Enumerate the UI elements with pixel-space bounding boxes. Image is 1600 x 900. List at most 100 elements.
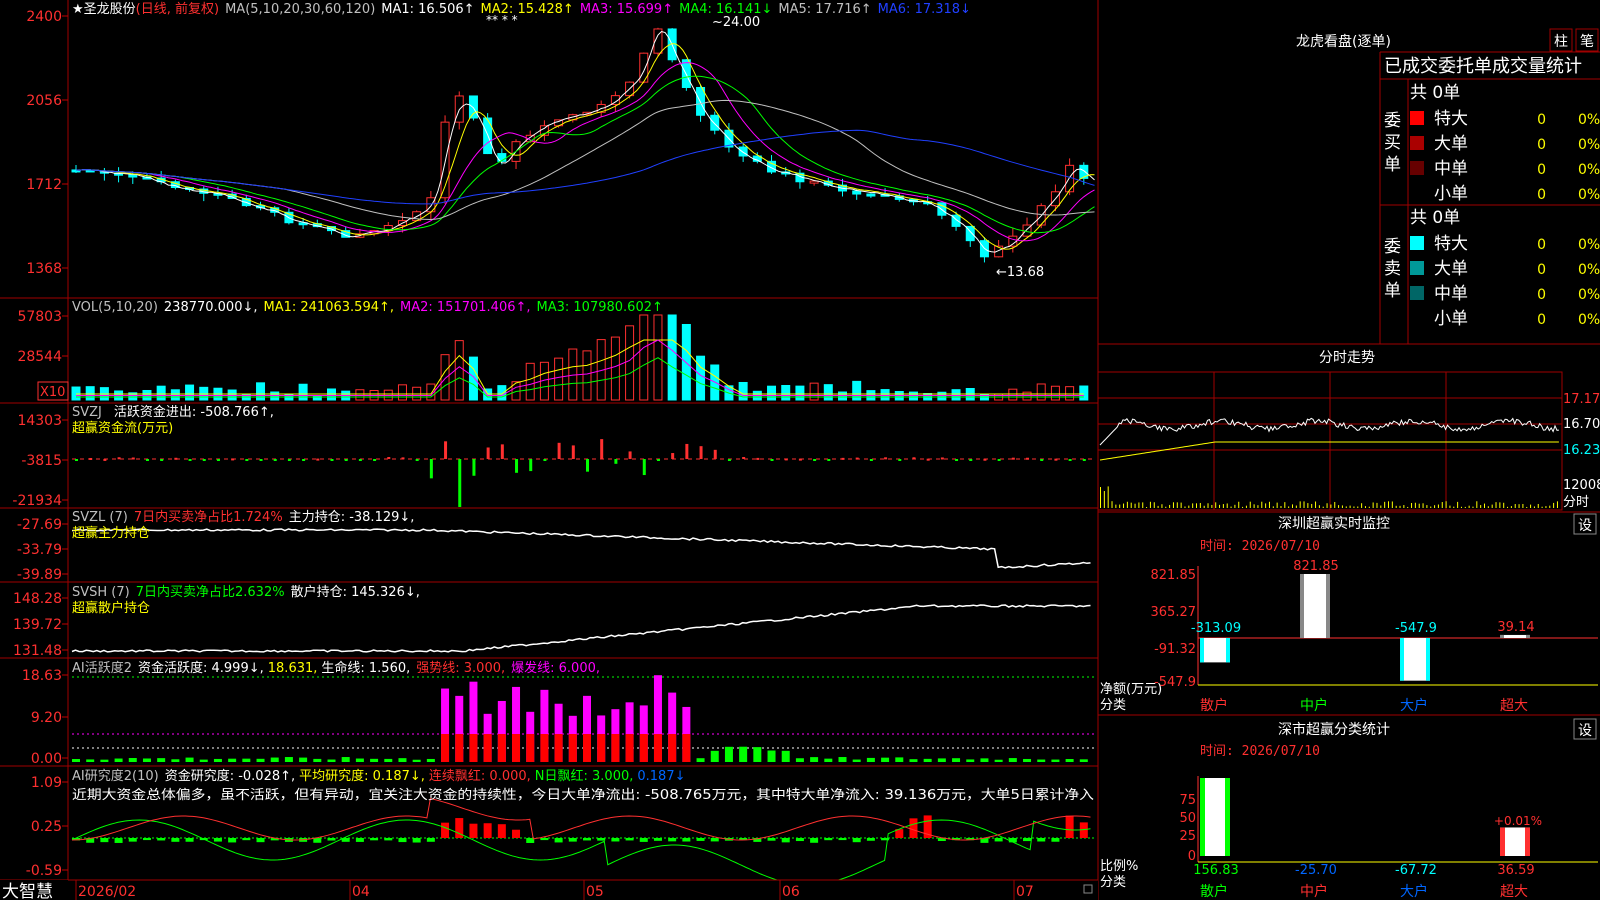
intraday-volume-bar <box>1372 502 1374 508</box>
fund-flow-bar <box>401 457 405 460</box>
volume-bar <box>440 354 450 401</box>
activity-bar <box>980 758 989 762</box>
research-bar <box>554 838 563 843</box>
order-size-swatch <box>1410 111 1424 125</box>
activity-bar <box>1065 759 1074 762</box>
intraday-volume-bar <box>1123 503 1125 508</box>
intraday-volume-bar <box>1518 504 1520 508</box>
intraday-volume-bar <box>1411 503 1413 508</box>
volume-bar <box>1079 385 1089 401</box>
intraday-tick: 16.70 <box>1563 417 1600 432</box>
candle-body <box>738 146 748 157</box>
activity-bar <box>838 757 847 762</box>
buy-total: 共 0单 <box>1410 83 1460 103</box>
brand-logo: 大智慧 <box>2 882 53 900</box>
order-size-swatch <box>1410 161 1424 175</box>
research-bar <box>994 838 1003 842</box>
volume-bar <box>767 385 777 401</box>
low-price-label: ←13.68 <box>996 265 1044 280</box>
monitor-bar-edge <box>1326 574 1330 638</box>
ai2-tick: -0.59 <box>26 863 62 879</box>
intraday-volume-bar <box>1407 506 1409 508</box>
intraday-volume-bar <box>1130 502 1132 508</box>
fund-flow-bar <box>614 459 618 464</box>
intraday-volume-bar <box>1149 501 1151 508</box>
intraday-volume-bar <box>1553 502 1555 508</box>
intraday-volume-bar <box>1330 504 1332 508</box>
intraday-volume-bar <box>1257 505 1259 508</box>
research-bar <box>597 838 606 841</box>
intraday-volume-bar <box>1388 501 1389 508</box>
intraday-volume-bar <box>1499 502 1501 508</box>
intraday-volume-bar <box>1196 503 1197 508</box>
activity-bar <box>767 750 776 762</box>
favorite-star-icon[interactable]: ★ <box>72 2 84 17</box>
stats-category: 大户 <box>1400 883 1428 900</box>
order-count: 0 <box>1537 237 1546 253</box>
activity-bar <box>1037 759 1046 762</box>
intraday-volume-bar <box>1107 486 1109 508</box>
research-bar <box>256 838 265 843</box>
intraday-volume-bar <box>1219 504 1221 508</box>
trading-terminal: 2400 2056 1712 1368 57803 28544 14303 -3… <box>0 0 1600 900</box>
activity-bar <box>313 758 322 762</box>
research-bar <box>171 838 180 842</box>
activity-bar <box>270 757 279 762</box>
research-bar <box>824 838 833 841</box>
fund-flow-bar <box>500 444 504 459</box>
intraday-volume-bar <box>1460 506 1462 508</box>
ai2-tick: 1.09 <box>31 775 62 791</box>
volume-bar <box>582 350 592 401</box>
stats-value-label: -25.70 <box>1295 863 1337 878</box>
intraday-volume-bar <box>1253 504 1255 508</box>
intraday-volume-bar <box>1368 506 1370 508</box>
activity-bar <box>994 759 1003 762</box>
research-bar <box>696 838 705 841</box>
stats-tick: 75 <box>1179 793 1196 808</box>
fund-flow-bar <box>89 457 93 460</box>
date-label: 2026/02 <box>78 884 136 900</box>
volume-bar <box>1050 385 1060 401</box>
signal-markers: ** * * <box>486 13 518 27</box>
activity-bar <box>398 758 407 762</box>
intraday-volume-bar <box>1192 503 1194 508</box>
research-bar <box>114 838 123 843</box>
stats-title: 深市超赢分类统计 <box>1278 721 1390 738</box>
intraday-volume-bar <box>1414 502 1416 508</box>
fund-flow-bar <box>145 459 149 461</box>
stats-value-label: 156.83 <box>1193 863 1239 878</box>
fund-flow-bar <box>912 457 916 460</box>
research-bar <box>412 838 421 843</box>
intraday-volume-bar <box>1265 503 1267 508</box>
activity-bar-core <box>653 734 662 762</box>
stats-category: 中户 <box>1300 883 1328 900</box>
volume-bar <box>951 389 961 401</box>
intraday-volume-bar <box>1510 506 1512 508</box>
intraday-volume-bar <box>1100 487 1101 508</box>
order-count: 0 <box>1537 312 1546 328</box>
activity-bar <box>142 758 151 762</box>
fund-flow-bar <box>955 459 959 461</box>
intraday-volume-bar <box>1222 504 1224 508</box>
monitor-time: 时间: 2026/07/10 <box>1200 539 1320 554</box>
sell-side-label: 委 <box>1384 237 1401 257</box>
order-size-label: 中单 <box>1434 159 1468 179</box>
fund-flow-bar <box>1026 457 1030 460</box>
ai2-comment: 近期大资金总体偏多，虽不活跃，但有异动，宜关注大资金的持续性，今日大单净流出: … <box>72 787 1094 803</box>
fund-flow-bar <box>685 443 689 459</box>
activity-bar <box>114 758 123 762</box>
intraday-volume-bar <box>1276 502 1278 508</box>
intraday-volume-bar <box>1165 506 1167 508</box>
vol-unit: X10 <box>40 385 65 400</box>
activity-bar <box>895 757 904 762</box>
fund-flow-bar <box>103 458 107 461</box>
activity-bar <box>724 746 733 762</box>
intraday-volume-bar <box>1541 506 1543 508</box>
activity-bar-core <box>639 734 648 762</box>
fund-flow-bar <box>429 459 433 479</box>
fund-flow-bar <box>160 459 164 461</box>
volume-bar <box>185 384 195 401</box>
research-bar <box>313 838 322 843</box>
intraday-volume-bar <box>1361 503 1363 508</box>
intraday-volume-bar <box>1495 502 1497 508</box>
